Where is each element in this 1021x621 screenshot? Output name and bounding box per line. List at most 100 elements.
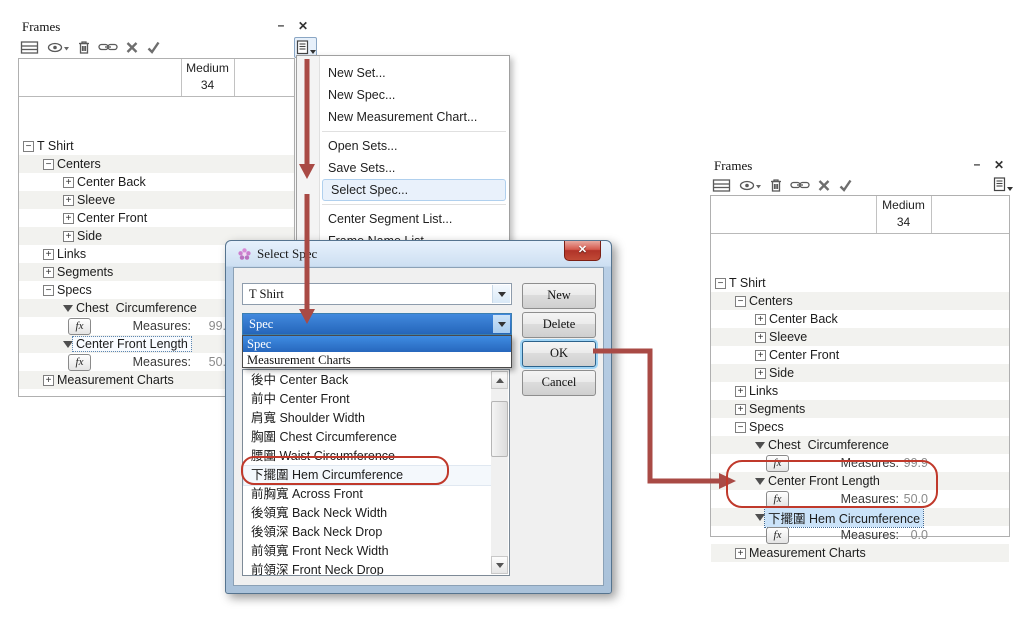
table-icon[interactable] [20,39,39,56]
ok-button[interactable]: OK [522,341,596,367]
spec-list-item[interactable]: 前領深 Front Neck Drop [244,561,491,576]
link-icon[interactable] [98,39,118,56]
size-column-header[interactable]: Medium 34 [181,60,234,94]
tree-measure-row[interactable]: fxMeasures:50.0 [711,490,1009,508]
spec-list-item[interactable]: 前胸寬 Across Front [244,485,491,504]
check-icon[interactable] [146,39,161,56]
set-combobox[interactable]: T Shirt [242,283,512,305]
collapse-minus-icon[interactable]: − [735,422,746,433]
tree-node[interactable]: +Center Back [19,173,294,191]
tree-node[interactable]: +Center Back [711,310,1009,328]
scroll-down-button[interactable] [491,556,508,574]
spec-list-item[interactable]: 肩寬 Shoulder Width [244,409,491,428]
cancel-button[interactable]: Cancel [522,370,596,396]
tree-node[interactable]: −T Shirt [711,274,1009,292]
table-icon[interactable] [712,177,731,194]
new-button[interactable]: New [522,283,596,309]
eye-icon[interactable] [46,39,70,56]
expand-plus-icon[interactable]: + [755,350,766,361]
spec-list-item[interactable]: 胸圍 Chest Circumference [244,428,491,447]
collapse-minus-icon[interactable]: − [23,141,34,152]
spec-list-item[interactable]: 後領寬 Back Neck Width [244,504,491,523]
expand-plus-icon[interactable]: + [43,375,54,386]
trash-icon[interactable] [77,39,91,56]
minimize-button[interactable]: – [274,18,288,32]
expand-plus-icon[interactable]: + [43,267,54,278]
spec-list-item[interactable]: 前領寬 Front Neck Width [244,542,491,561]
close-icon[interactable]: ✕ [296,19,310,33]
tree-node[interactable]: −Centers [711,292,1009,310]
expand-arrow-icon[interactable] [63,305,73,312]
tree-node[interactable]: +Sleeve [711,328,1009,346]
collapse-minus-icon[interactable]: − [735,296,746,307]
spec-list-item[interactable]: 腰圍 Waist Circumference [244,447,491,466]
tree-measure-row[interactable]: fxMeasures:99.9 [711,454,1009,472]
collapse-minus-icon[interactable]: − [43,285,54,296]
toolbar [20,38,161,56]
menu-item-center-segment-list[interactable]: Center Segment List... [320,208,508,230]
type-combobox[interactable]: Spec [242,313,512,335]
delete-button[interactable]: Delete [522,312,596,338]
expand-arrow-icon[interactable] [63,341,73,348]
expand-plus-icon[interactable]: + [63,231,74,242]
expand-plus-icon[interactable]: + [63,213,74,224]
expand-plus-icon[interactable]: + [735,548,746,559]
spec-list-item[interactable]: 後領深 Back Neck Drop [244,523,491,542]
menu-item-select-spec[interactable]: Select Spec... [322,179,506,201]
spec-list-item[interactable]: 下擺圍 Hem Circumference [244,466,491,485]
expand-arrow-icon[interactable] [755,442,765,449]
tree-node[interactable]: Chest Circumference [711,436,1009,454]
menu-item-open-sets[interactable]: Open Sets... [320,135,508,157]
chevron-down-icon[interactable] [492,285,510,303]
link-icon[interactable] [790,177,810,194]
eye-icon[interactable] [738,177,762,194]
tree-node[interactable]: +Center Front [19,209,294,227]
size-column-header[interactable]: Medium 34 [876,197,931,231]
scrollbar[interactable] [491,371,508,574]
tree-node[interactable]: +Links [711,382,1009,400]
tree-node[interactable]: −T Shirt [19,137,294,155]
x-icon[interactable] [817,177,831,194]
spec-list-item[interactable]: 後中 Center Back [244,371,491,390]
tree-node[interactable]: +Segments [711,400,1009,418]
tree-node[interactable]: +Sleeve [19,191,294,209]
x-icon[interactable] [125,39,139,56]
dropdown-option[interactable]: Spec [243,336,511,352]
expand-plus-icon[interactable]: + [755,314,766,325]
expand-plus-icon[interactable]: + [755,332,766,343]
minimize-button[interactable]: – [970,157,984,171]
close-icon[interactable]: ✕ [564,241,601,261]
collapse-minus-icon[interactable]: − [43,159,54,170]
tree-node[interactable]: +Side [711,364,1009,382]
close-icon[interactable]: ✕ [992,158,1006,172]
tree-node[interactable]: +Measurement Charts [711,544,1009,562]
scroll-up-button[interactable] [491,371,508,389]
tree-node[interactable]: 下擺圍 Hem Circumference [711,508,1009,526]
scrollbar-thumb[interactable] [491,401,508,457]
spec-list-item[interactable]: 前中 Center Front [244,390,491,409]
menu-item-new-set[interactable]: New Set... [320,62,508,84]
collapse-minus-icon[interactable]: − [715,278,726,289]
chevron-down-icon[interactable] [493,315,510,333]
expand-plus-icon[interactable]: + [63,195,74,206]
tree-node[interactable]: +Center Front [711,346,1009,364]
check-icon[interactable] [838,177,853,194]
expand-arrow-icon[interactable] [755,514,765,521]
menu-item-new-measurement-chart[interactable]: New Measurement Chart... [320,106,508,128]
expand-plus-icon[interactable]: + [735,404,746,415]
tree-node[interactable]: Center Front Length [711,472,1009,490]
expand-plus-icon[interactable]: + [755,368,766,379]
dialog-titlebar[interactable]: Select Spec ✕ [226,241,611,267]
trash-icon[interactable] [769,177,783,194]
expand-plus-icon[interactable]: + [735,386,746,397]
expand-plus-icon[interactable]: + [43,249,54,260]
expand-plus-icon[interactable]: + [63,177,74,188]
tree-node[interactable]: −Centers [19,155,294,173]
tree-measure-row[interactable]: fxMeasures:0.0 [711,526,1009,544]
tree-node[interactable]: −Specs [711,418,1009,436]
expand-arrow-icon[interactable] [755,478,765,485]
panel-menu-button[interactable] [992,175,1013,194]
dropdown-option[interactable]: Measurement Charts [243,352,511,368]
menu-item-save-sets[interactable]: Save Sets... [320,157,508,179]
menu-item-new-spec[interactable]: New Spec... [320,84,508,106]
